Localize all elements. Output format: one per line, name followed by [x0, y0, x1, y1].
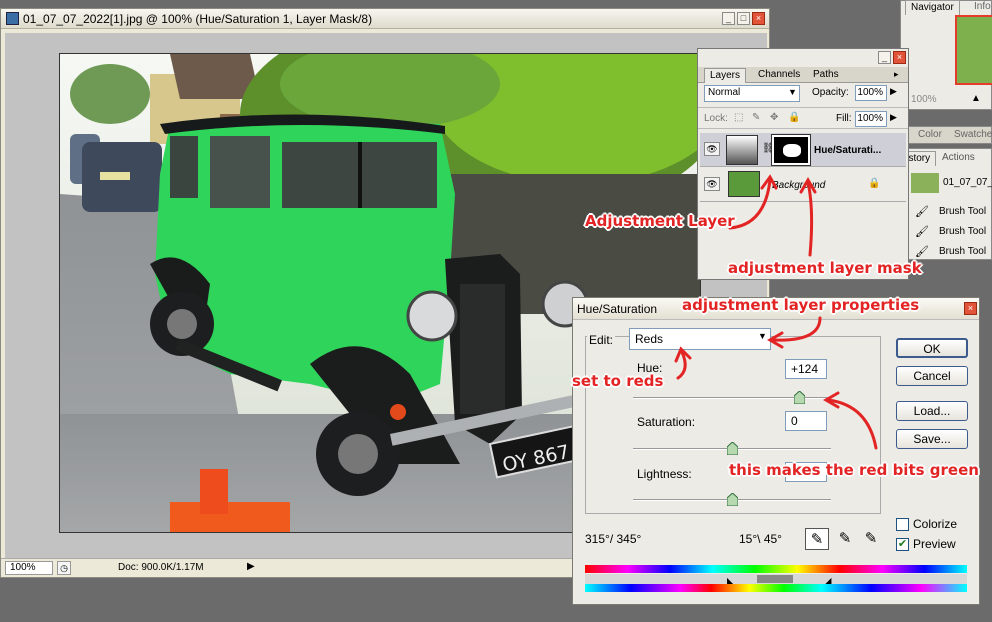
annotation-adjustment-layer: Adjustment Layer — [585, 212, 735, 230]
annotation-set-to-reds: set to reds — [572, 372, 664, 390]
annotation-red-bits-green: this makes the red bits green — [729, 461, 979, 479]
annotation-adjustment-layer-properties: adjustment layer properties — [682, 296, 920, 314]
annotation-adjustment-layer-mask: adjustment layer mask — [728, 259, 922, 277]
